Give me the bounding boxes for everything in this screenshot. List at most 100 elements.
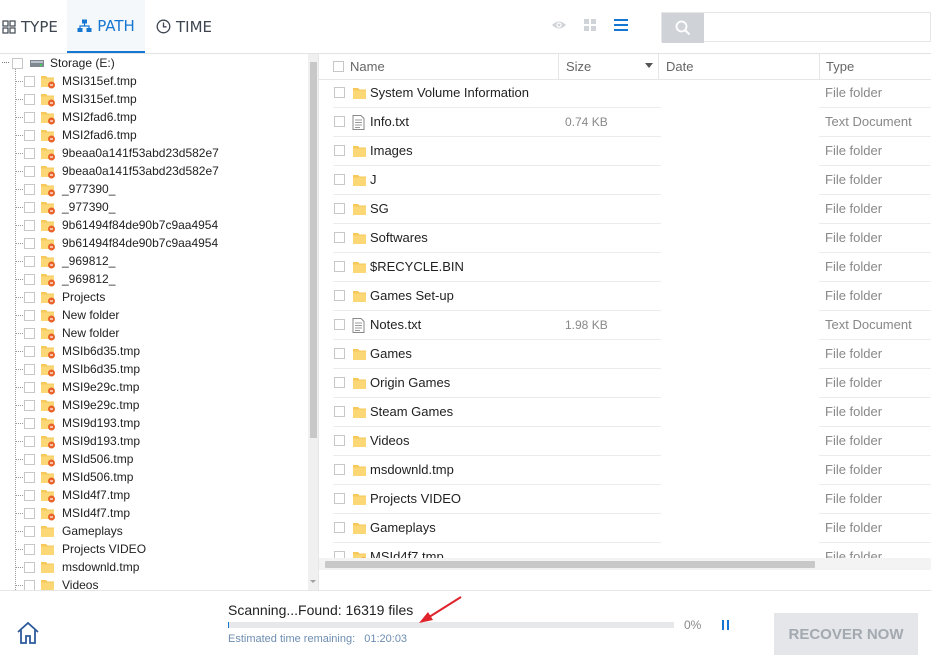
tree-item-checkbox[interactable] xyxy=(24,93,35,105)
tree-item-checkbox[interactable] xyxy=(24,111,35,123)
row-checkbox[interactable] xyxy=(334,203,345,214)
tree-item[interactable]: MSId4f7.tmp xyxy=(24,486,130,504)
header-date[interactable]: Date xyxy=(658,54,819,79)
tree-item[interactable]: 9b61494f84de90b7c9aa4954 xyxy=(24,234,218,252)
search-button[interactable] xyxy=(662,13,704,43)
tree-item-checkbox[interactable] xyxy=(24,237,35,249)
tree-item[interactable]: MSI315ef.tmp xyxy=(24,90,137,108)
tree-item[interactable]: MSI9d193.tmp xyxy=(24,414,140,432)
list-hscroll-thumb[interactable] xyxy=(325,561,815,568)
tree-item-checkbox[interactable] xyxy=(24,129,35,141)
row-checkbox[interactable] xyxy=(334,116,345,127)
tree-item-checkbox[interactable] xyxy=(24,489,35,501)
table-row[interactable]: Images File folder xyxy=(319,137,931,166)
table-row[interactable]: Origin Games File folder xyxy=(319,369,931,398)
tree-item[interactable]: MSI9e29c.tmp xyxy=(24,378,139,396)
header-type[interactable]: Type xyxy=(819,54,931,79)
row-checkbox[interactable] xyxy=(334,145,345,156)
recover-now-button[interactable]: RECOVER NOW xyxy=(774,613,918,655)
tree-item-checkbox[interactable] xyxy=(24,561,35,573)
tree-item[interactable]: MSI9d193.tmp xyxy=(24,432,140,450)
header-name[interactable]: Name xyxy=(333,54,563,79)
tree-item-checkbox[interactable] xyxy=(24,183,35,195)
row-checkbox[interactable] xyxy=(334,87,345,98)
search-box[interactable] xyxy=(661,12,931,43)
table-row[interactable]: J File folder xyxy=(319,166,931,195)
tree-item-checkbox[interactable] xyxy=(24,363,35,375)
header-size[interactable]: Size xyxy=(558,54,658,79)
tree-item[interactable]: Videos xyxy=(24,576,98,590)
tree-item-checkbox[interactable] xyxy=(24,327,35,339)
tree-item-checkbox[interactable] xyxy=(24,507,35,519)
row-checkbox[interactable] xyxy=(334,348,345,359)
row-checkbox[interactable] xyxy=(334,174,345,185)
tree-item-checkbox[interactable] xyxy=(24,345,35,357)
table-row[interactable]: Games Set-up File folder xyxy=(319,282,931,311)
tree-item-checkbox[interactable] xyxy=(24,525,35,537)
tree-item-checkbox[interactable] xyxy=(24,75,35,87)
tree-item[interactable]: 9b61494f84de90b7c9aa4954 xyxy=(24,216,218,234)
tree-item[interactable]: MSI2fad6.tmp xyxy=(24,108,137,126)
tree-item[interactable]: _977390_ xyxy=(24,180,115,198)
tree-item-checkbox[interactable] xyxy=(24,435,35,447)
tree-item-checkbox[interactable] xyxy=(24,471,35,483)
tree-item[interactable]: MSI9e29c.tmp xyxy=(24,396,139,414)
tree-root[interactable]: Storage (E:) xyxy=(0,54,115,72)
tree-item[interactable]: Projects VIDEO xyxy=(24,540,146,558)
tree-item-checkbox[interactable] xyxy=(24,309,35,321)
tree-scroll-thumb[interactable] xyxy=(310,62,317,438)
row-checkbox[interactable] xyxy=(334,290,345,301)
table-row[interactable]: $RECYCLE.BIN File folder xyxy=(319,253,931,282)
tree-item-checkbox[interactable] xyxy=(24,165,35,177)
table-row[interactable]: Videos File folder xyxy=(319,427,931,456)
table-row[interactable]: Projects VIDEO File folder xyxy=(319,485,931,514)
row-checkbox[interactable] xyxy=(334,377,345,388)
tree-item[interactable]: MSId506.tmp xyxy=(24,468,133,486)
tree-item[interactable]: Gameplays xyxy=(24,522,123,540)
home-icon[interactable] xyxy=(16,621,40,645)
table-row[interactable]: msdownld.tmp File folder xyxy=(319,456,931,485)
tree-item-checkbox[interactable] xyxy=(24,381,35,393)
tree-item-checkbox[interactable] xyxy=(24,399,35,411)
row-checkbox[interactable] xyxy=(334,319,345,330)
table-row[interactable]: Notes.txt 1.98 KB Text Document xyxy=(319,311,931,340)
tree-item[interactable]: _969812_ xyxy=(24,270,115,288)
table-row[interactable]: Softwares File folder xyxy=(319,224,931,253)
tree-item-checkbox[interactable] xyxy=(24,579,35,590)
tree-item[interactable]: msdownld.tmp xyxy=(24,558,139,576)
tree-item[interactable]: MSIb6d35.tmp xyxy=(24,360,140,378)
tree-item[interactable]: MSIb6d35.tmp xyxy=(24,342,140,360)
tree-item[interactable]: MSId4f7.tmp xyxy=(24,504,130,522)
tree-item-checkbox[interactable] xyxy=(24,219,35,231)
tree-item[interactable]: New folder xyxy=(24,324,119,342)
table-row[interactable]: Steam Games File folder xyxy=(319,398,931,427)
tile-view-icon[interactable] xyxy=(582,17,598,33)
table-row[interactable]: Info.txt 0.74 KB Text Document xyxy=(319,108,931,137)
tree-item-checkbox[interactable] xyxy=(24,147,35,159)
tree-item[interactable]: Projects xyxy=(24,288,105,306)
list-view-icon[interactable] xyxy=(613,17,629,33)
select-all-checkbox[interactable] xyxy=(333,61,344,72)
table-row[interactable]: Games File folder xyxy=(319,340,931,369)
table-row[interactable]: System Volume Information File folder xyxy=(319,79,931,108)
row-checkbox[interactable] xyxy=(334,261,345,272)
tree-item[interactable]: New folder xyxy=(24,306,119,324)
row-checkbox[interactable] xyxy=(334,232,345,243)
eye-icon[interactable] xyxy=(551,17,567,33)
row-checkbox[interactable] xyxy=(334,406,345,417)
tree-item-checkbox[interactable] xyxy=(24,273,35,285)
tree-item[interactable]: _977390_ xyxy=(24,198,115,216)
collapse-icon[interactable] xyxy=(2,62,9,64)
tree-root-checkbox[interactable] xyxy=(12,57,23,69)
tab-type[interactable]: TYPE xyxy=(0,0,62,53)
tree-item-checkbox[interactable] xyxy=(24,453,35,465)
table-row[interactable]: SG File folder xyxy=(319,195,931,224)
tree-item[interactable]: 9beaa0a141f53abd23d582e7 xyxy=(24,162,219,180)
tree-item[interactable]: MSI315ef.tmp xyxy=(24,72,137,90)
pause-icon[interactable] xyxy=(722,620,729,630)
table-row[interactable]: Gameplays File folder xyxy=(319,514,931,543)
tab-time[interactable]: TIME xyxy=(156,0,216,53)
tab-path[interactable]: PATH xyxy=(67,0,145,53)
tree-item-checkbox[interactable] xyxy=(24,291,35,303)
tree-item-checkbox[interactable] xyxy=(24,417,35,429)
